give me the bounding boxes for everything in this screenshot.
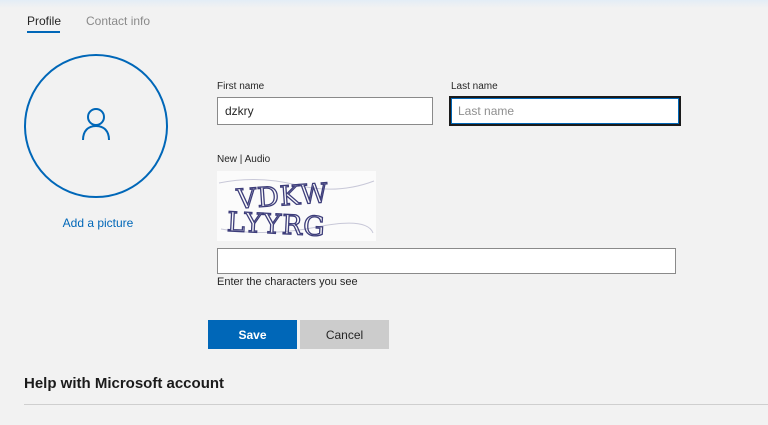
top-strip [0,0,768,8]
captcha-hint: Enter the characters you see [217,276,358,288]
first-name-label: First name [217,81,265,92]
help-heading: Help with Microsoft account [24,375,225,392]
avatar[interactable] [24,54,168,198]
captcha-new-link[interactable]: New [217,154,237,165]
captcha-separator: | [237,154,245,165]
divider [24,404,768,405]
first-name-field[interactable]: dzkry [217,97,433,125]
add-picture-link[interactable]: Add a picture [24,216,172,230]
captcha-image: VDKW LYYRG [217,171,376,244]
last-name-label: Last name [451,81,498,92]
cancel-button[interactable]: Cancel [300,320,389,349]
captcha-links: New | Audio [217,154,270,165]
save-button[interactable]: Save [208,320,297,349]
tab-profile[interactable]: Profile [27,14,61,28]
last-name-field[interactable]: Last name [449,96,681,126]
captcha-line-2: LYYRG [226,207,326,241]
active-tab-indicator [27,31,60,33]
tab-contact-info[interactable]: Contact info [86,14,150,28]
last-name-placeholder: Last name [458,104,515,118]
captcha-audio-link[interactable]: Audio [245,154,271,165]
person-icon [82,108,110,141]
first-name-value: dzkry [225,104,254,118]
captcha-input[interactable] [217,248,676,274]
